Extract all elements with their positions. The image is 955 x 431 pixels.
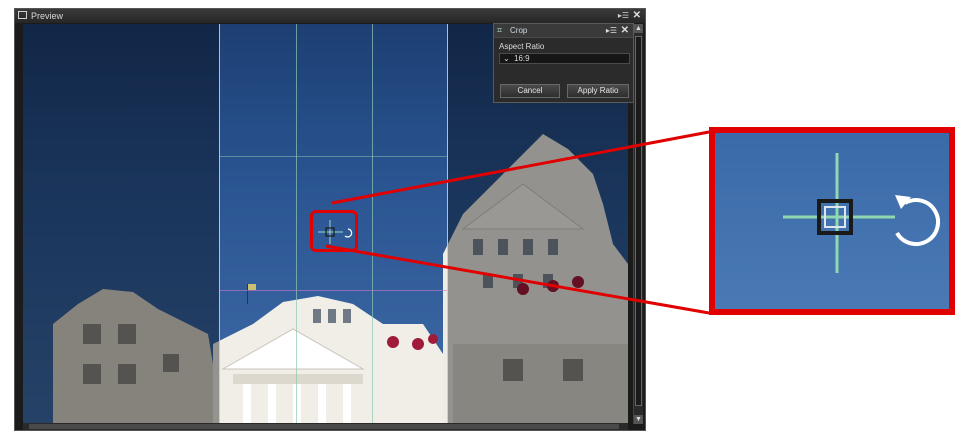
scroll-up-arrow[interactable]: ▲ xyxy=(634,24,643,33)
crop-grid-line xyxy=(296,24,297,424)
crop-grid-line xyxy=(372,24,373,424)
aspect-ratio-value: 16:9 xyxy=(514,54,530,63)
hscroll-thumb[interactable] xyxy=(29,424,619,429)
cancel-button[interactable]: Cancel xyxy=(500,84,560,98)
crop-panel-menu-button[interactable]: ▸☰ xyxy=(606,26,617,35)
preview-titlebar: Preview ▸☰ ✕ xyxy=(15,9,645,23)
apply-ratio-button[interactable]: Apply Ratio xyxy=(567,84,629,98)
aspect-ratio-label: Aspect Ratio xyxy=(499,42,545,51)
crop-grid-line xyxy=(220,290,447,291)
crop-panel: ⌗ Crop ▸☰ ✕ Aspect Ratio ⌄ 16:9 Cancel A… xyxy=(493,23,634,103)
vertical-scrollbar[interactable]: ▲ ▼ xyxy=(633,24,643,424)
handle-highlight-box xyxy=(310,210,358,252)
magnified-handle-icon xyxy=(783,153,941,273)
preview-menu-button[interactable]: ▸☰ xyxy=(618,9,629,23)
crop-icon: ⌗ xyxy=(497,25,503,35)
scroll-thumb[interactable] xyxy=(635,36,642,406)
crop-shade-left xyxy=(23,24,219,424)
crop-panel-title: Crop xyxy=(510,26,528,35)
horizontal-scrollbar[interactable] xyxy=(23,423,628,430)
crop-panel-close-button[interactable]: ✕ xyxy=(621,25,629,36)
crop-panel-header: ⌗ Crop ▸☰ ✕ xyxy=(494,24,633,38)
preview-close-button[interactable]: ✕ xyxy=(633,9,641,23)
magnified-handle-inset xyxy=(709,127,955,315)
preview-title: Preview xyxy=(31,11,64,21)
aspect-ratio-select[interactable]: ⌄ 16:9 xyxy=(499,53,630,64)
crop-grid-line xyxy=(220,156,447,157)
chevron-down-icon: ⌄ xyxy=(503,54,510,63)
preview-window-icon xyxy=(18,11,27,19)
scroll-down-arrow[interactable]: ▼ xyxy=(634,415,643,424)
